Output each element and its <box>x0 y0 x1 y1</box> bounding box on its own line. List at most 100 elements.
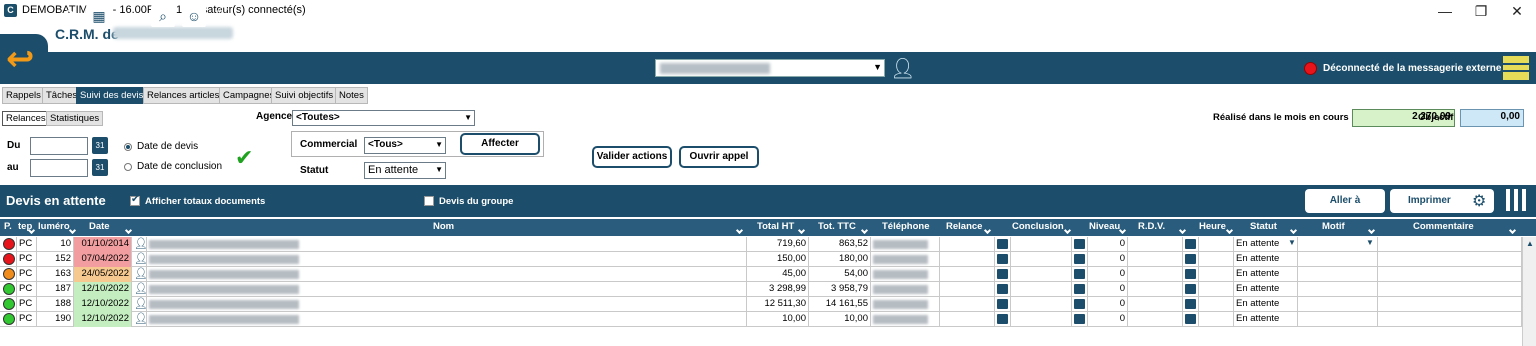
empty-cell[interactable] <box>1298 282 1378 297</box>
col-header-nom[interactable]: Nom <box>433 221 454 232</box>
empty-cell[interactable] <box>1378 252 1522 267</box>
client-user-icon[interactable]: 👤︎ <box>134 282 146 296</box>
empty-cell[interactable] <box>1011 237 1072 252</box>
col-header-numero[interactable]: luméro <box>38 221 70 232</box>
col-header-statut[interactable]: Statut <box>1250 221 1277 232</box>
scrollbar[interactable]: ▲ <box>1522 237 1536 346</box>
calendar-icon[interactable] <box>1185 254 1196 264</box>
subtab-relances[interactable]: Relances <box>2 111 50 126</box>
commercial-select[interactable]: <Tous> ▼ <box>364 137 446 154</box>
date-from-input[interactable] <box>30 137 88 155</box>
col-header-telephone[interactable]: Téléphone <box>882 221 930 232</box>
table-row[interactable]: PC 187 12/10/2022 👤︎ 3 298,99 3 958,79 0 En att… <box>0 282 1522 297</box>
calendar-icon[interactable] <box>1185 269 1196 279</box>
calendar-grid-icon[interactable]: ▦ <box>86 5 112 27</box>
col-header-conclusion[interactable]: Conclusion <box>1012 221 1064 232</box>
user-select[interactable]: ▼ <box>655 59 885 77</box>
empty-cell[interactable] <box>1298 252 1378 267</box>
statut-select[interactable]: En attente ▼ <box>364 162 446 179</box>
date-picker-cell[interactable] <box>995 312 1011 327</box>
col-header-rdv[interactable]: R.D.V. <box>1138 221 1165 232</box>
client-user-icon[interactable]: 👤︎ <box>134 297 146 311</box>
aller-a-button[interactable]: Aller à <box>1305 189 1385 213</box>
empty-cell[interactable] <box>1378 282 1522 297</box>
empty-cell[interactable] <box>1298 267 1378 282</box>
refresh-icon[interactable]: ⟲ <box>56 5 78 27</box>
empty-cell[interactable] <box>1199 297 1234 312</box>
columns-icon[interactable] <box>1506 189 1528 211</box>
ouvrir-appel-button[interactable]: Ouvrir appel <box>679 146 759 168</box>
tab-relances-articles[interactable]: Relances articles <box>143 87 224 104</box>
calendar-icon[interactable] <box>997 299 1008 309</box>
calendar-icon[interactable] <box>997 314 1008 324</box>
col-header-niveau[interactable]: Niveau <box>1089 221 1120 232</box>
tab-suivi-devis[interactable]: Suivi des devis <box>76 87 148 104</box>
calendar-icon[interactable] <box>1185 239 1196 249</box>
table-row[interactable]: PC 190 12/10/2022 👤︎ 10,00 10,00 0 En attente <box>0 312 1522 327</box>
calendar-icon[interactable] <box>997 239 1008 249</box>
tab-campagnes[interactable]: Campagnes <box>219 87 279 104</box>
table-row[interactable]: PC 10 01/10/2014 👤︎ 719,60 863,52 0 En attente ▼… <box>0 237 1522 252</box>
radio-date-conclusion[interactable] <box>124 163 132 171</box>
date-picker-cell[interactable] <box>995 267 1011 282</box>
valider-actions-button[interactable]: Valider actions <box>592 146 672 168</box>
col-header-relance[interactable]: Relance <box>946 221 982 232</box>
user-icon[interactable]: 👤︎ <box>890 56 915 81</box>
empty-cell[interactable] <box>940 237 995 252</box>
close-button[interactable]: ✕ <box>1502 2 1532 20</box>
empty-cell[interactable] <box>1298 312 1378 327</box>
calendar-icon[interactable] <box>1074 239 1085 249</box>
client-user-icon[interactable]: 👤︎ <box>134 252 146 266</box>
empty-cell[interactable] <box>1011 252 1072 267</box>
empty-cell[interactable] <box>1199 237 1234 252</box>
client-user-icon[interactable]: 👤︎ <box>134 237 146 251</box>
date-picker-cell[interactable] <box>995 297 1011 312</box>
date-picker-cell[interactable] <box>1072 312 1088 327</box>
scroll-up-icon[interactable]: ▲ <box>1526 239 1534 248</box>
empty-cell[interactable] <box>940 297 995 312</box>
calendar-icon[interactable]: 31 <box>92 137 108 154</box>
empty-cell[interactable] <box>1128 282 1183 297</box>
client-user-icon[interactable]: 👤︎ <box>134 312 146 326</box>
empty-cell[interactable] <box>1199 267 1234 282</box>
empty-cell[interactable] <box>1199 312 1234 327</box>
minimize-button[interactable]: — <box>1430 2 1460 20</box>
date-picker-cell[interactable] <box>1183 237 1199 252</box>
calendar-icon[interactable] <box>1185 314 1196 324</box>
empty-cell[interactable] <box>940 312 995 327</box>
date-picker-cell[interactable] <box>1072 267 1088 282</box>
tab-rappels[interactable]: Rappels <box>2 87 45 104</box>
empty-cell[interactable] <box>1011 312 1072 327</box>
col-header-total-ht[interactable]: Total HT <box>757 221 794 232</box>
date-picker-cell[interactable] <box>995 237 1011 252</box>
date-picker-cell[interactable] <box>1072 252 1088 267</box>
date-picker-cell[interactable] <box>1183 312 1199 327</box>
empty-cell[interactable] <box>1011 297 1072 312</box>
calendar-icon[interactable]: 31 <box>92 159 108 176</box>
date-picker-cell[interactable] <box>995 252 1011 267</box>
tab-notes[interactable]: Notes <box>335 87 368 104</box>
date-to-input[interactable] <box>30 159 88 177</box>
date-picker-cell[interactable] <box>1183 297 1199 312</box>
empty-cell[interactable] <box>1128 237 1183 252</box>
date-picker-cell[interactable] <box>1072 282 1088 297</box>
checkmark-icon[interactable]: ✔ <box>235 145 253 171</box>
calendar-icon[interactable] <box>1185 284 1196 294</box>
col-header-motif[interactable]: Motif <box>1322 221 1345 232</box>
calendar-icon[interactable] <box>1074 269 1085 279</box>
tab-suivi-objectifs[interactable]: Suivi objectifs <box>271 87 338 104</box>
calendar-icon[interactable] <box>1074 284 1085 294</box>
empty-cell[interactable] <box>940 267 995 282</box>
table-row[interactable]: PC 188 12/10/2022 👤︎ 12 511,30 14 161,55 0 En a… <box>0 297 1522 312</box>
empty-cell[interactable] <box>1011 282 1072 297</box>
date-picker-cell[interactable] <box>1183 267 1199 282</box>
chevron-down-icon[interactable]: ▼ <box>1366 238 1374 247</box>
calendar-icon[interactable] <box>1074 254 1085 264</box>
empty-cell[interactable] <box>1128 267 1183 282</box>
maximize-button[interactable]: ❐ <box>1466 2 1496 20</box>
table-row[interactable]: PC 163 24/05/2022 👤︎ 45,00 54,00 0 En attente <box>0 267 1522 282</box>
search-icon[interactable]: 🔍︎ <box>214 5 238 27</box>
empty-cell[interactable] <box>1128 312 1183 327</box>
empty-cell[interactable] <box>1199 282 1234 297</box>
date-picker-cell[interactable] <box>1072 297 1088 312</box>
